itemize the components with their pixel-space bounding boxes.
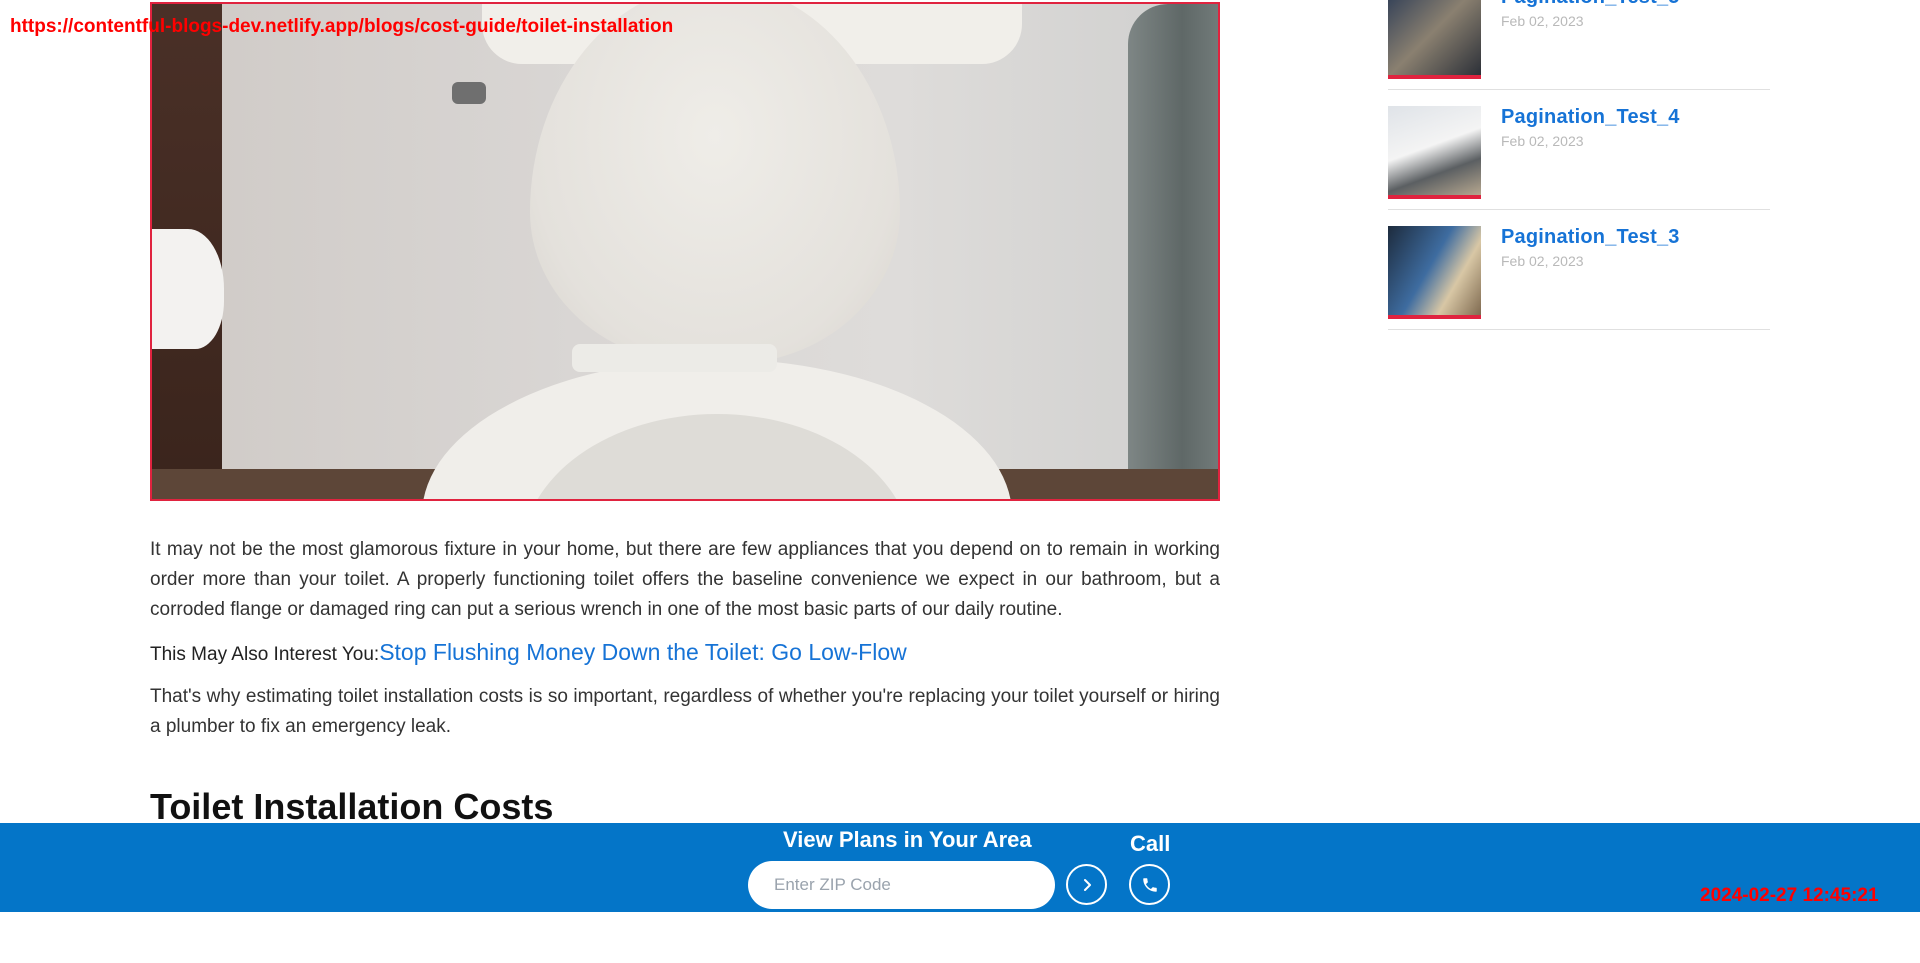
article-body: It may not be the most glamorous fixture…: [150, 535, 1220, 828]
post-meta: Pagination_Test_3 Feb 02, 2023: [1501, 226, 1680, 269]
post-title-link[interactable]: Pagination_Test_4: [1501, 106, 1680, 129]
post-thumbnail[interactable]: [1388, 226, 1481, 319]
plans-sticky-bar: View Plans in Your Area Call: [0, 823, 1920, 912]
sidebar-recent-posts: Pagination_Test_5 Feb 02, 2023 Paginatio…: [1388, 0, 1770, 330]
url-overlay: https://contentful-blogs-dev.netlify.app…: [10, 16, 674, 37]
phone-icon: [1142, 877, 1157, 892]
related-link-row: This May Also Interest You: Stop Flushin…: [150, 639, 1220, 666]
related-article-link[interactable]: Stop Flushing Money Down the Toilet: Go …: [379, 639, 907, 666]
timestamp-overlay: 2024-02-27 12:45:21: [1700, 885, 1879, 906]
sidebar-post[interactable]: Pagination_Test_5 Feb 02, 2023: [1388, 0, 1770, 90]
article-hero-image: [150, 2, 1220, 501]
article-paragraph: That's why estimating toilet installatio…: [150, 686, 1220, 737]
hero-toilet-paper: [152, 229, 224, 349]
sidebar-post[interactable]: Pagination_Test_3 Feb 02, 2023: [1388, 210, 1770, 330]
post-thumbnail[interactable]: [1388, 0, 1481, 79]
post-thumbnail[interactable]: [1388, 106, 1481, 199]
plans-bar-title: View Plans in Your Area: [783, 827, 1032, 852]
post-meta: Pagination_Test_5 Feb 02, 2023: [1501, 0, 1680, 29]
section-heading: Toilet Installation Costs: [150, 786, 554, 827]
post-meta: Pagination_Test_4 Feb 02, 2023: [1501, 106, 1680, 149]
hero-flush-handle: [452, 82, 486, 104]
post-date: Feb 02, 2023: [1501, 133, 1584, 149]
post-date: Feb 02, 2023: [1501, 253, 1584, 269]
post-title-link[interactable]: Pagination_Test_3: [1501, 226, 1680, 249]
related-link-label: This May Also Interest You:: [150, 644, 380, 665]
call-button[interactable]: [1129, 864, 1170, 905]
zip-code-input[interactable]: [748, 861, 1055, 909]
article-paragraph: It may not be the most glamorous fixture…: [150, 539, 1220, 620]
post-date: Feb 02, 2023: [1501, 13, 1584, 29]
hero-toilet-hinge: [572, 344, 777, 372]
call-label: Call: [1130, 831, 1171, 856]
hero-shower-curtain: [1128, 4, 1218, 499]
chevron-right-icon: [1083, 878, 1091, 891]
sidebar-post[interactable]: Pagination_Test_4 Feb 02, 2023: [1388, 90, 1770, 210]
page: https://contentful-blogs-dev.netlify.app…: [0, 0, 1920, 963]
zip-submit-button[interactable]: [1066, 864, 1107, 905]
hero-toilet-lid: [530, 4, 900, 364]
post-title-link[interactable]: Pagination_Test_5: [1501, 0, 1680, 9]
